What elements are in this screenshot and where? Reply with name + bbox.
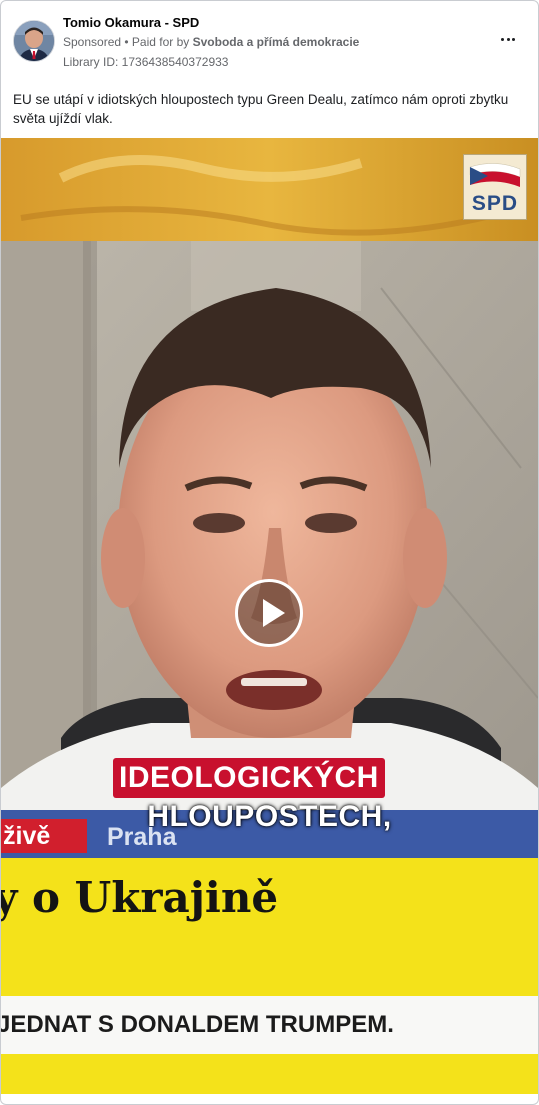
sponsored-line: Sponsored • Paid for by Svoboda a přímá …	[63, 35, 359, 49]
spd-logo: SPD	[463, 154, 527, 220]
city-label: Praha	[107, 823, 177, 851]
page-name-link[interactable]: Tomio Okamura - SPD	[63, 15, 199, 30]
post-header: Tomio Okamura - SPD Sponsored • Paid for…	[1, 1, 538, 73]
sponsored-label: Sponsored	[63, 35, 122, 49]
live-label: živě	[1, 819, 87, 853]
news-ticker: JEDNAT S DONALDEM TRUMPEM.	[1, 1011, 394, 1038]
play-icon	[263, 599, 285, 627]
logo-text: SPD	[471, 192, 519, 215]
video-player[interactable]: SPD IDEOLOGICKÝCH HLOUPOSTECH, živě Prah…	[1, 138, 538, 1094]
paid-for-prefix: Paid for by	[131, 35, 193, 49]
more-horizontal-icon	[500, 37, 504, 41]
payer-name[interactable]: Svoboda a přímá demokracie	[193, 35, 360, 49]
avatar[interactable]	[13, 20, 55, 62]
play-button[interactable]	[235, 579, 303, 647]
ad-card: Tomio Okamura - SPD Sponsored • Paid for…	[0, 0, 539, 1105]
caption-line-1: IDEOLOGICKÝCH	[113, 758, 385, 798]
separator-dot: •	[121, 35, 132, 49]
post-text: EU se utápí v idiotských hloupostech typ…	[13, 92, 509, 126]
flag-emblem-icon	[469, 163, 521, 187]
avatar-image	[14, 21, 54, 61]
more-options-button[interactable]	[496, 29, 520, 49]
news-headline: y o Ukrajině	[1, 873, 279, 922]
library-id: Library ID: 1736438540372933	[63, 55, 229, 69]
